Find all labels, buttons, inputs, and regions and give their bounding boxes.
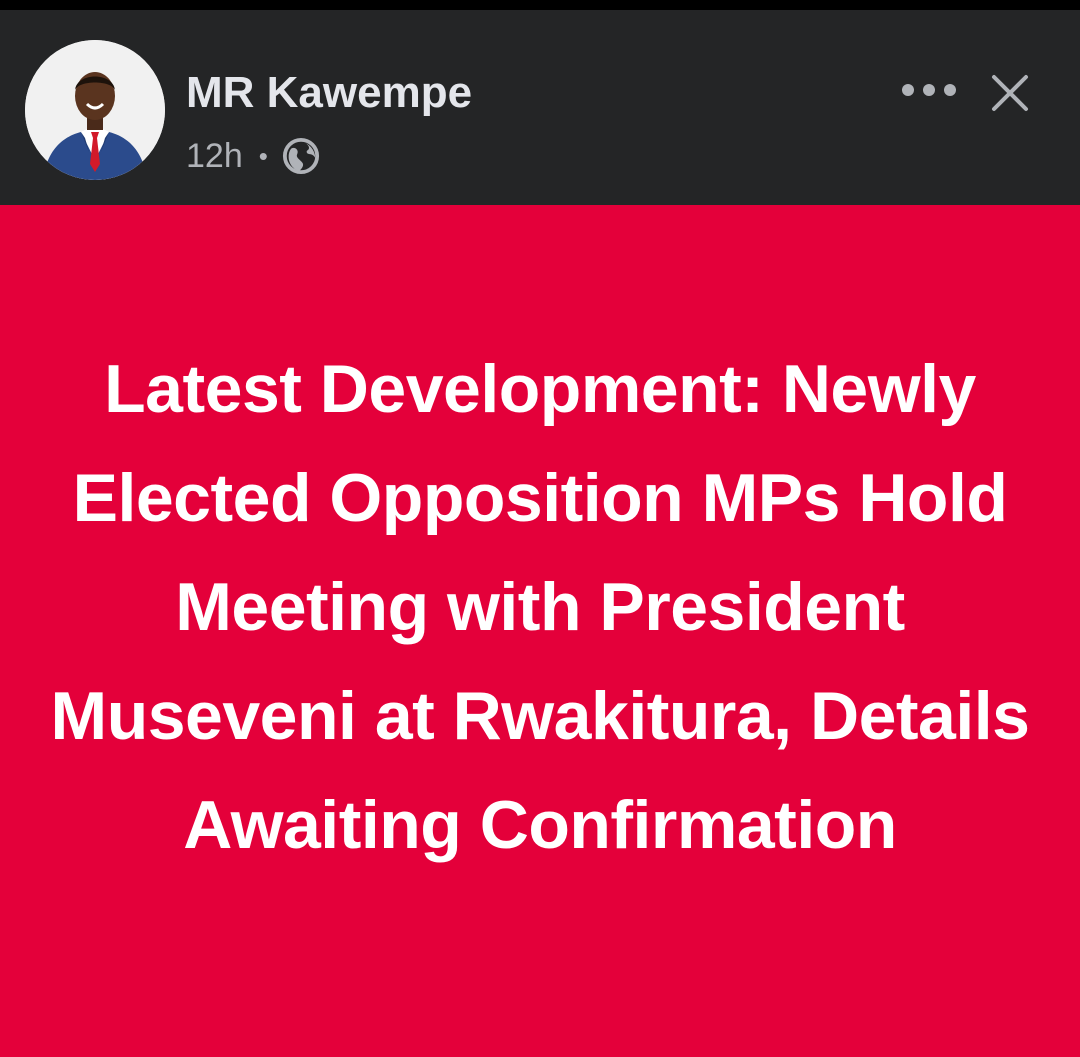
more-options-button[interactable] [884,65,974,115]
close-icon [992,75,1028,111]
avatar-photo [25,40,165,180]
status-bar-strip [0,0,1080,10]
avatar[interactable] [25,40,165,180]
post-meta: 12h • [186,134,320,178]
meta-separator: • [258,140,268,171]
close-button[interactable] [982,65,1038,121]
post-header: MR Kawempe 12h • [0,10,1080,205]
post-timestamp[interactable]: 12h [186,137,243,176]
globe-icon [282,137,319,175]
post-content: Latest Development: Newly Elected Opposi… [0,205,1080,1057]
author-name[interactable]: MR Kawempe [186,68,472,118]
post-headline: Latest Development: Newly Elected Opposi… [50,351,1030,863]
more-options-icon [902,84,956,96]
